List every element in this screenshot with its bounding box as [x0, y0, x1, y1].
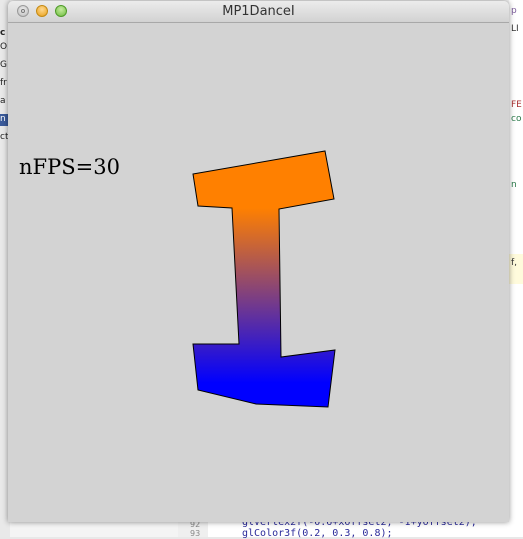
code-fragment: LI — [511, 24, 519, 34]
sidebar-fragment: n — [0, 114, 6, 124]
sidebar-fragment: c — [0, 28, 6, 38]
sidebar-fragment: G — [0, 60, 7, 70]
background-editor-code-edge: p LI FE co n f, — [509, 0, 523, 537]
code-fragment: p — [511, 6, 517, 16]
line-gutter: 92 93 — [178, 520, 208, 538]
code-fragment: co — [511, 114, 522, 124]
opengl-canvas[interactable]: nFPS=30 — [8, 23, 509, 522]
sidebar-fragment: fr — [0, 78, 7, 88]
i-polygon — [192, 150, 336, 408]
code-fragment: FE — [511, 100, 522, 110]
code-fragment: f, — [511, 258, 518, 268]
code-fragment: n — [511, 180, 517, 190]
sidebar-fragment: a — [0, 96, 6, 106]
code-line: glColor3f(0.2, 0.3, 0.8); — [242, 528, 393, 539]
background-editor-bottom: 92 93 glVertex2f(-0.6+xOffset2, -1+yOffs… — [178, 517, 523, 539]
sidebar-fragment: O — [0, 42, 8, 52]
window-title: MP1DanceI — [222, 4, 295, 19]
app-window: MP1DanceI nFPS=30 — [8, 1, 509, 522]
dancing-i-shape — [192, 150, 336, 408]
window-titlebar[interactable]: MP1DanceI — [8, 1, 509, 23]
